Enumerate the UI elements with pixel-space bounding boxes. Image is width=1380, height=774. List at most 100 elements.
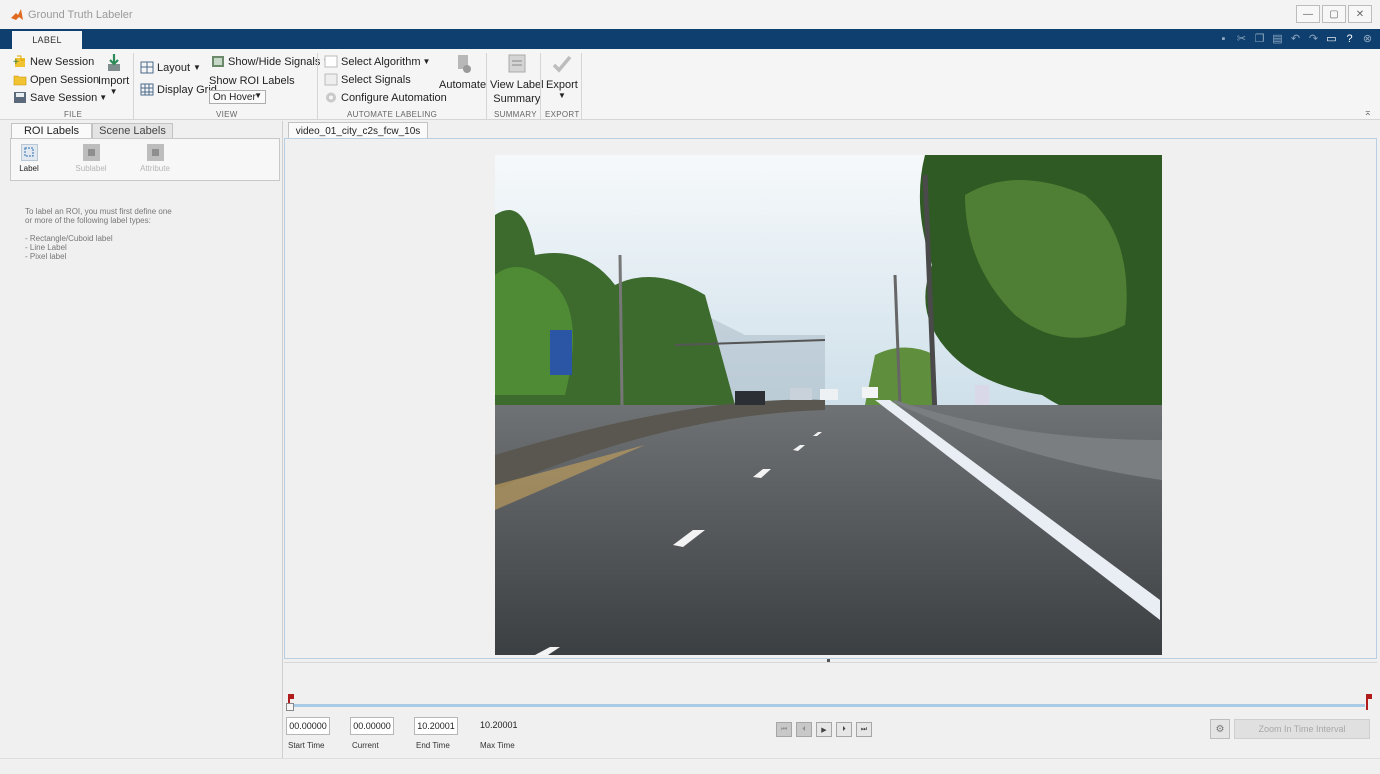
end-time-caption: End Time	[416, 741, 450, 750]
close-button[interactable]: ✕	[1348, 5, 1372, 23]
dock-icon[interactable]: ▭	[1325, 32, 1338, 45]
label-button[interactable]: Label	[9, 144, 49, 173]
label-toolbar: Label Sublabel Attribute	[10, 138, 280, 181]
help-line: or more of the following label types:	[25, 216, 151, 225]
tab-roi-labels[interactable]: ROI Labels	[11, 123, 92, 139]
svg-text:+: +	[13, 57, 19, 68]
show-hide-signals-button[interactable]: Show/Hide Signals ▼	[211, 55, 330, 68]
cut-icon[interactable]: ✂	[1235, 32, 1248, 45]
ribbon: + New Session Open Session Save Session …	[0, 49, 1380, 120]
grid-icon	[140, 83, 154, 96]
paste-icon[interactable]: ▤	[1271, 32, 1284, 45]
select-signals-icon	[324, 73, 338, 86]
start-time-field[interactable]: 00.00000	[286, 717, 330, 735]
new-session-icon: +	[13, 55, 25, 68]
play-icon[interactable]: ▶	[816, 722, 832, 737]
open-session-button[interactable]: Open Session	[13, 73, 99, 86]
options-icon[interactable]: ⊗	[1361, 32, 1374, 45]
automate-label: Automate	[439, 79, 487, 91]
summary-label: Summary	[493, 93, 541, 105]
attribute-button[interactable]: Attribute	[135, 144, 175, 173]
current-time-caption: Current	[352, 741, 379, 750]
chevron-down-icon: ▼	[109, 87, 118, 96]
tab-label[interactable]: LABEL	[12, 31, 82, 49]
divider	[581, 53, 582, 119]
view-label-label: View Label	[490, 79, 544, 91]
help-icon[interactable]: ?	[1343, 32, 1356, 45]
timeline-track[interactable]	[290, 704, 1365, 707]
section-label-export: EXPORT	[545, 110, 580, 119]
roi-labels-dropdown[interactable]: On Hover ▼	[209, 90, 266, 104]
video-frame[interactable]	[495, 155, 1162, 655]
automate-button[interactable]: Automate	[439, 53, 486, 91]
tab-scene-labels[interactable]: Scene Labels	[92, 123, 173, 139]
redo-icon[interactable]: ↷	[1307, 32, 1320, 45]
save-session-button[interactable]: Save Session ▼	[13, 91, 107, 104]
max-time-value: 10.20001	[480, 720, 518, 730]
chevron-down-icon: ▼	[193, 63, 201, 72]
display-grid-button[interactable]: Display Grid	[140, 83, 217, 96]
sublabel-icon	[82, 144, 100, 161]
tab-video[interactable]: video_01_city_c2s_fcw_10s	[288, 122, 428, 139]
collapse-ribbon-icon[interactable]: ⌅	[1364, 107, 1372, 118]
configure-automation-button[interactable]: Configure Automation	[324, 91, 447, 104]
status-bar	[0, 758, 1380, 774]
layout-label: Layout	[157, 61, 191, 74]
help-line: - Line Label	[25, 243, 67, 252]
new-session-label: New Session	[30, 55, 95, 68]
display-grid-label: Display Grid	[157, 83, 217, 96]
chevron-down-icon: ▼	[254, 91, 262, 100]
layout-icon	[140, 61, 154, 74]
sublabel-button-label: Sublabel	[75, 164, 107, 173]
import-label: Import	[98, 75, 130, 87]
configure-automation-label: Configure Automation	[341, 91, 447, 104]
signals-icon	[212, 56, 224, 67]
settings-gear-icon[interactable]: ⚙	[1210, 719, 1230, 739]
minimize-button[interactable]: —	[1296, 5, 1320, 23]
help-line	[25, 225, 225, 234]
maximize-button[interactable]: ▢	[1322, 5, 1346, 23]
toolstrip-tabs: LABEL ▪ ✂ ❐ ▤ ↶ ↷ ▭ ? ⊗	[0, 29, 1380, 49]
section-label-file: FILE	[64, 110, 83, 119]
export-label: Export	[546, 79, 578, 91]
roi-labels-dropdown-value: On Hover	[213, 91, 256, 103]
start-flag-head	[288, 694, 294, 699]
start-time-caption: Start Time	[288, 741, 325, 750]
layout-button[interactable]: Layout ▼	[140, 61, 201, 74]
first-frame-icon[interactable]: ⏮	[776, 722, 792, 737]
zoom-in-time-interval-button[interactable]: Zoom In Time Interval	[1234, 719, 1370, 739]
sublabel-button[interactable]: Sublabel	[71, 144, 111, 173]
help-line: To label an ROI, you must first define o…	[25, 207, 172, 216]
new-session-button[interactable]: + New Session	[13, 55, 94, 68]
playback-controls: ⏮ ⏴ ▶ ⏵ ⏭	[776, 722, 872, 737]
import-icon	[107, 54, 120, 71]
video-frame-image	[495, 155, 1162, 655]
window-title: Ground Truth Labeler	[28, 8, 133, 21]
gear-icon	[326, 92, 336, 103]
open-session-label: Open Session	[30, 73, 100, 86]
select-algorithm-button[interactable]: Select Algorithm ▼	[324, 55, 430, 68]
current-time-field[interactable]: 00.00000	[350, 717, 394, 735]
export-button[interactable]: Export ▼	[546, 53, 578, 100]
divider	[540, 53, 541, 119]
matlab-logo-icon	[10, 8, 24, 22]
select-signals-button[interactable]: Select Signals	[324, 73, 411, 86]
last-frame-icon[interactable]: ⏭	[856, 722, 872, 737]
previous-frame-icon[interactable]: ⏴	[796, 722, 812, 737]
save-icon[interactable]: ▪	[1217, 32, 1230, 45]
view-label-summary-button[interactable]: View Label Summary	[490, 53, 544, 105]
max-time-caption: Max Time	[480, 741, 515, 750]
quick-access-toolbar: ▪ ✂ ❐ ▤ ↶ ↷ ▭ ? ⊗	[1217, 32, 1374, 46]
copy-icon[interactable]: ❐	[1253, 32, 1266, 45]
end-flag-head	[1366, 694, 1372, 699]
undo-icon[interactable]: ↶	[1289, 32, 1302, 45]
section-label-view: VIEW	[216, 110, 238, 119]
attribute-button-label: Attribute	[140, 164, 170, 173]
divider	[133, 53, 134, 119]
next-frame-icon[interactable]: ⏵	[836, 722, 852, 737]
current-time-slider[interactable]	[286, 703, 294, 711]
algorithm-icon	[324, 55, 338, 68]
select-algorithm-label: Select Algorithm	[341, 55, 421, 68]
end-time-field[interactable]: 10.20001	[414, 717, 458, 735]
import-button[interactable]: Import ▼	[98, 53, 129, 96]
